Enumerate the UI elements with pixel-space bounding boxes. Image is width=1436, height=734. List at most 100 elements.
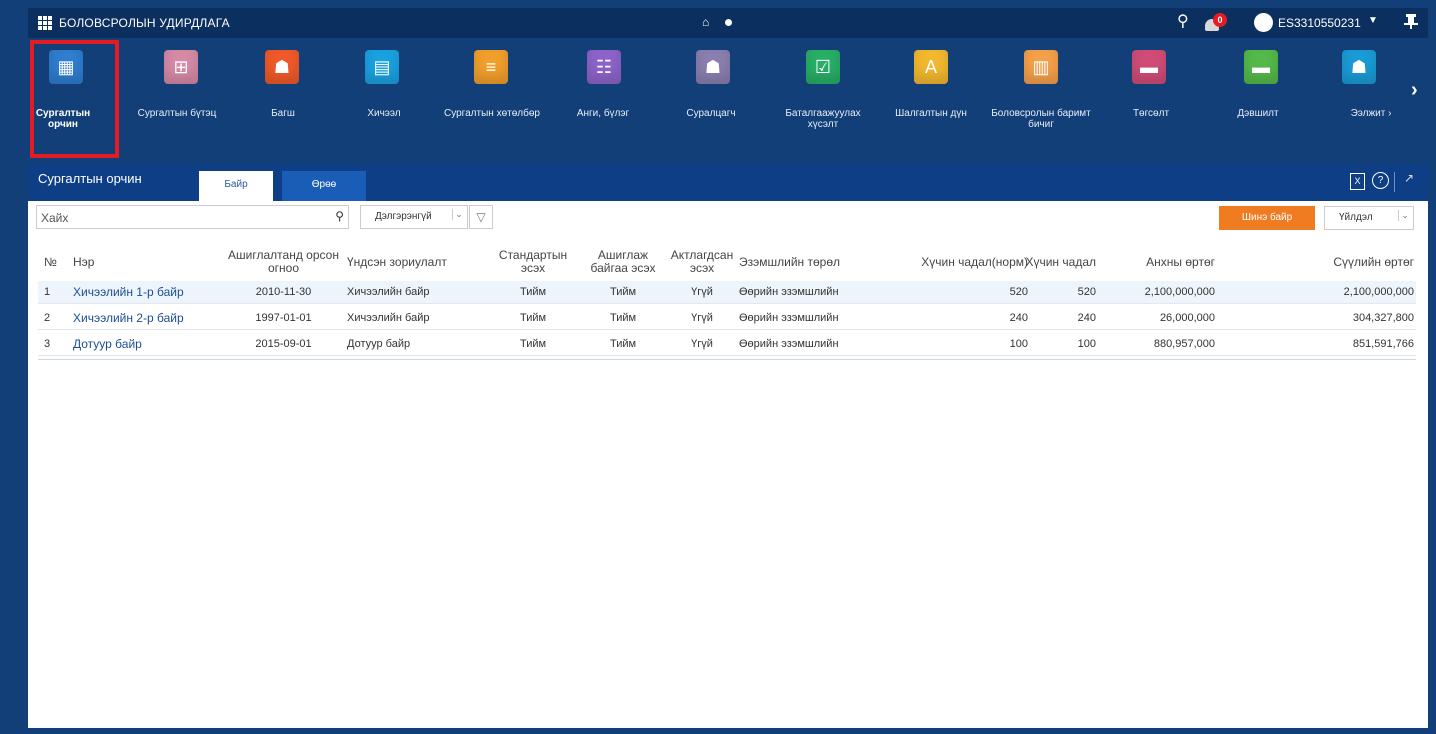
table-cell: Дотуур байр	[347, 338, 411, 350]
new-building-button[interactable]: Шинэ байр	[1219, 206, 1315, 230]
search-icon[interactable]: ⚲	[335, 209, 344, 223]
table-cell: 304,327,800	[1352, 312, 1414, 324]
column-header[interactable]: Ашиглалтанд орсон огноо	[226, 243, 341, 281]
table-cell: Өөрийн эзэмшлийн	[739, 286, 839, 298]
table-cell: Хичээлийн байр	[347, 312, 430, 324]
ribbon-item[interactable]: ▬ Төгсөлт	[1101, 38, 1201, 152]
module-glyph: ≡	[485, 57, 497, 77]
module-icon: ⊞	[164, 50, 198, 84]
help-icon[interactable]: ?	[1372, 172, 1389, 189]
table-cell: Тийм	[609, 286, 637, 298]
tab-uruu[interactable]: Өрөө	[282, 171, 366, 201]
table-cell: 2,100,000,000	[1144, 286, 1215, 298]
ribbon-item[interactable]: ▥ Боловсролын баримт бичиг	[991, 38, 1091, 152]
search-input[interactable]: Хайх ⚲	[36, 205, 349, 229]
ribbon-item[interactable]: ☗ Суралцагч	[661, 38, 761, 152]
top-bar: БОЛОВСРОЛЫН УДИРДЛАГА ⌂ ⚲ 0 ES3310550231…	[28, 8, 1428, 38]
column-header[interactable]: Анхны өртөг	[1120, 243, 1215, 281]
table-row[interactable]: 1 Хичээлийн 1-р байр 2010-11-30 Хичээлийн б…	[38, 281, 1416, 304]
module-glyph: ▬	[1252, 57, 1270, 77]
module-glyph: ☗	[704, 57, 722, 77]
ribbon-item-label: Багш	[271, 108, 295, 119]
filter-icon[interactable]: ▽	[469, 205, 493, 229]
buildings-table: № Нэр Ашиглалтанд орсон огноо Үндсэн зориул…	[38, 243, 1416, 361]
column-header[interactable]: №	[44, 243, 69, 281]
table-row[interactable]: 3 Дотуур байр 2015-09-01 Дотуур байр Тийм Тий…	[38, 333, 1416, 356]
action-label: Үйлдэл	[1339, 212, 1373, 223]
module-icon: ☷	[587, 50, 621, 84]
module-icon: A	[914, 50, 948, 84]
selection-highlight	[30, 40, 119, 158]
panel-header: Сургалтын орчин Байр Өрөө X ? ↗	[28, 164, 1428, 201]
ribbon-item[interactable]: ☗ Багш	[233, 38, 333, 152]
tab-bair[interactable]: Байр	[199, 171, 273, 201]
table-cell: 520	[1009, 286, 1028, 298]
table-bottom-border	[38, 359, 1416, 360]
page-indicator-dot[interactable]	[725, 19, 732, 26]
ribbon-item-label: Төгсөлт	[1132, 108, 1170, 119]
table-cell: 3	[44, 338, 51, 350]
ribbon-item[interactable]: ▤ Хичээл	[334, 38, 434, 152]
ribbon-item[interactable]: ☑ Баталгаажуулах хүсэлт	[773, 38, 873, 152]
module-icon: ≡	[474, 50, 508, 84]
ribbon-item[interactable]: ☗ Ээлжит ›	[1321, 38, 1421, 152]
table-cell: 100	[1077, 338, 1096, 350]
pin-icon[interactable]	[1404, 13, 1418, 29]
notification-bell-icon[interactable]: 0	[1205, 13, 1227, 31]
avatar[interactable]	[1254, 13, 1273, 32]
module-icon: ▥	[1024, 50, 1058, 84]
table-cell: Өөрийн эзэмшлийн	[739, 312, 839, 324]
user-id[interactable]: ES3310550231	[1278, 16, 1361, 30]
search-placeholder: Хайх	[41, 211, 69, 225]
table-cell: 2,100,000,000	[1343, 286, 1414, 298]
module-glyph: A	[924, 57, 937, 77]
module-glyph: ☑	[814, 57, 832, 77]
ribbon-item[interactable]: ☷ Анги, бүлэг	[553, 38, 653, 152]
ribbon-item[interactable]: ⊞ Сургалтын бүтэц	[127, 38, 227, 152]
column-header[interactable]: Эзэмшлийн төрөл	[739, 243, 884, 281]
chevron-down-icon[interactable]: ▼	[1368, 15, 1378, 26]
ribbon-item-label: Боловсролын баримт бичиг	[991, 108, 1091, 130]
column-header[interactable]: Үндсэн зориулалт	[347, 243, 477, 281]
module-icon: ▤	[365, 50, 399, 84]
table-cell: 26,000,000	[1159, 312, 1215, 324]
module-icon: ▬	[1244, 50, 1278, 84]
column-header[interactable]: Стандартын эсэх	[488, 243, 578, 281]
module-glyph: ☗	[273, 57, 291, 77]
module-glyph: ☷	[595, 57, 613, 77]
building-name-link[interactable]: Хичээлийн 2-р байр	[73, 307, 213, 329]
column-header[interactable]: Хүчин чадал(норм)	[888, 243, 1028, 281]
table-cell: Үгүй	[691, 338, 713, 350]
ribbon-item[interactable]: ≡ Сургалтын хөтөлбөр	[442, 38, 542, 152]
column-header[interactable]: Сүүлийн өртөг	[1288, 243, 1414, 281]
ribbon-item-label: Шалгалтын дүн	[895, 108, 967, 119]
search-icon[interactable]: ⚲	[1177, 11, 1189, 31]
building-name-link[interactable]: Хичээлийн 1-р байр	[73, 281, 213, 303]
home-icon[interactable]: ⌂	[702, 15, 709, 29]
column-header[interactable]: Нэр	[73, 243, 213, 281]
action-dropdown[interactable]: Үйлдэл ⌄	[1324, 206, 1414, 230]
notification-badge: 0	[1213, 13, 1227, 27]
ribbon-item-label: Дэвшилт	[1237, 108, 1279, 119]
expand-icon[interactable]: ↗	[1404, 171, 1414, 185]
filter-dropdown[interactable]: Дэлгэрэнгүй ⌄	[360, 205, 468, 229]
ribbon-item-label: Сургалтын бүтэц	[137, 108, 217, 119]
module-glyph: ⊞	[173, 57, 189, 77]
column-header[interactable]: Актлагдсан эсэх	[667, 243, 737, 281]
column-header[interactable]: Хүчин чадал	[1016, 243, 1096, 281]
table-row[interactable]: 2 Хичээлийн 2-р байр 1997-01-01 Хичээлийн б…	[38, 307, 1416, 330]
ribbon-item[interactable]: ▬ Дэвшилт	[1208, 38, 1308, 152]
app-grid-icon[interactable]	[38, 16, 53, 30]
chevron-right-icon[interactable]: ›	[1411, 79, 1418, 102]
module-ribbon: ▦ Сургалтын орчин ⊞ Сургалтын бүтэц ☗ Багш ▤ Хи…	[28, 38, 1428, 152]
table-cell: Үгүй	[691, 286, 713, 298]
ribbon-item-label: Хичээл	[367, 108, 401, 119]
table-cell: 1	[44, 286, 51, 298]
ribbon-item[interactable]: A Шалгалтын дүн	[881, 38, 981, 152]
building-name-link[interactable]: Дотуур байр	[73, 333, 213, 355]
table-cell: 240	[1009, 312, 1028, 324]
excel-export-icon[interactable]: X	[1350, 173, 1365, 190]
table-cell: Үгүй	[691, 312, 713, 324]
module-icon: ☗	[265, 50, 299, 84]
column-header[interactable]: Ашиглаж байгаа эсэх	[583, 243, 663, 281]
